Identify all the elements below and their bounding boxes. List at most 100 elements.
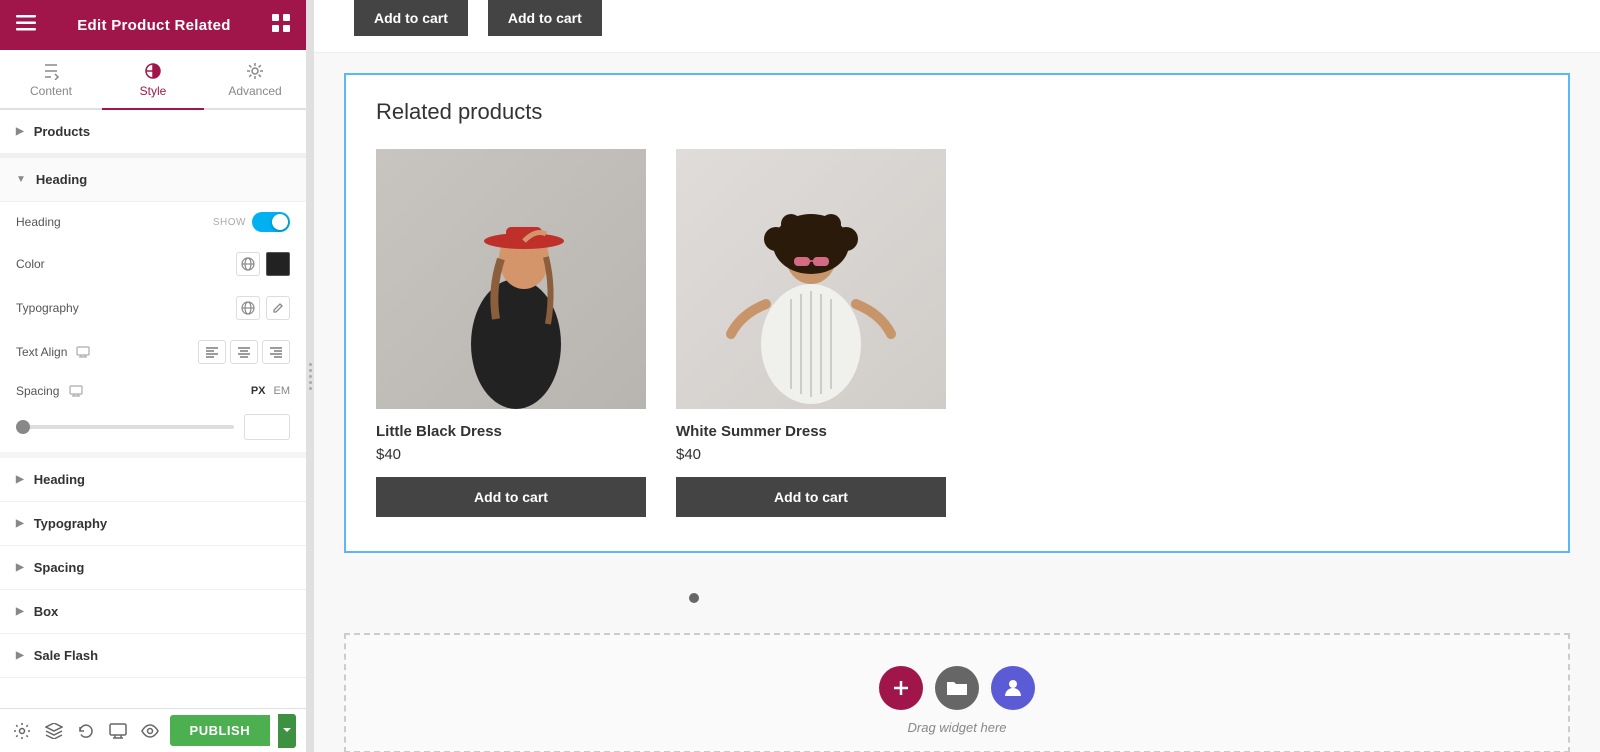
box-arrow: ▶: [16, 606, 24, 617]
layers-icon-btn[interactable]: [42, 715, 66, 747]
color-label: Color: [16, 257, 45, 271]
color-globe-btn[interactable]: [236, 252, 260, 276]
heading2-arrow: ▶: [16, 474, 24, 485]
box-label: Box: [34, 604, 59, 619]
main-content: Add to cart Add to cart Related products: [314, 0, 1600, 752]
spacing-arrow: ▶: [16, 562, 24, 573]
product-name-2: White Summer Dress: [676, 423, 946, 440]
heading-toggle-container: SHOW: [213, 212, 290, 232]
settings-icon-btn[interactable]: [10, 715, 34, 747]
device-icon-btn[interactable]: [106, 715, 130, 747]
panel-header: Edit Product Related: [0, 0, 306, 50]
typography-globe-btn[interactable]: [236, 296, 260, 320]
product-price-2: $40: [676, 446, 946, 463]
sale-flash-arrow: ▶: [16, 650, 24, 661]
eye-icon-btn[interactable]: [138, 715, 162, 747]
spacing-slider[interactable]: [16, 425, 234, 429]
cursor-dot: [689, 593, 699, 603]
add-to-cart-btn-2[interactable]: Add to cart: [676, 477, 946, 517]
heading-toggle-row: Heading SHOW: [0, 202, 306, 242]
sale-flash-label: Sale Flash: [34, 648, 98, 663]
section-box[interactable]: ▶ Box: [0, 590, 306, 634]
person-widget-btn[interactable]: [991, 666, 1035, 710]
tab-advanced-label: Advanced: [228, 84, 281, 98]
product-price-1: $40: [376, 446, 646, 463]
product-card-1: Little Black Dress $40 Add to cart: [376, 149, 646, 517]
section-sale-flash[interactable]: ▶ Sale Flash: [0, 634, 306, 678]
px-em-controls: PX EM: [251, 385, 290, 397]
tab-content[interactable]: Content: [0, 50, 102, 110]
heading2-label: Heading: [34, 472, 85, 487]
top-products-strip: Add to cart Add to cart: [314, 0, 1600, 53]
products-arrow: ▶: [16, 126, 24, 137]
publish-dropdown-btn[interactable]: [278, 714, 296, 748]
add-to-cart-btn-1[interactable]: Add to cart: [376, 477, 646, 517]
products-grid: Little Black Dress $40 Add to cart: [376, 149, 1538, 517]
typography-controls: [236, 296, 290, 320]
color-swatch[interactable]: [266, 252, 290, 276]
cursor-area: [314, 573, 1600, 633]
resize-handle[interactable]: [306, 0, 314, 752]
section-heading2[interactable]: ▶ Heading: [0, 458, 306, 502]
em-option[interactable]: EM: [274, 385, 291, 397]
panel-title: Edit Product Related: [77, 17, 231, 34]
hamburger-icon[interactable]: [16, 15, 36, 36]
products-label: Products: [34, 124, 90, 139]
spacing-row: Spacing PX EM: [0, 374, 306, 408]
product-image-2: [676, 149, 946, 409]
show-label: SHOW: [213, 217, 246, 228]
related-products-section: Related products: [344, 73, 1570, 553]
slider-value-input[interactable]: [244, 414, 290, 440]
tab-content-label: Content: [30, 84, 72, 98]
tab-style-label: Style: [140, 84, 167, 98]
heading-arrow: ▼: [16, 174, 26, 185]
typography-edit-btn[interactable]: [266, 296, 290, 320]
product-card-2: White Summer Dress $40 Add to cart: [676, 149, 946, 517]
typography-row: Typography: [0, 286, 306, 330]
folder-widget-btn[interactable]: [935, 666, 979, 710]
slider-row: [0, 408, 306, 452]
heading-toggle[interactable]: [252, 212, 290, 232]
heading-label: Heading: [36, 172, 87, 187]
top-add-to-cart-btn-1[interactable]: Add to cart: [354, 0, 468, 36]
heading-setting-label: Heading: [16, 215, 61, 229]
align-center-btn[interactable]: [230, 340, 258, 364]
text-align-label: Text Align: [16, 345, 67, 359]
align-right-btn[interactable]: [262, 340, 290, 364]
text-align-row: Text Align: [0, 330, 306, 374]
typography-arrow: ▶: [16, 518, 24, 529]
section-products[interactable]: ▶ Products: [0, 110, 306, 154]
section-heading-expanded[interactable]: ▼ Heading: [0, 158, 306, 202]
section-typography[interactable]: ▶ Typography: [0, 502, 306, 546]
section-spacing[interactable]: ▶ Spacing: [0, 546, 306, 590]
px-option[interactable]: PX: [251, 385, 266, 397]
slider-thumb[interactable]: [16, 420, 30, 434]
grid-icon[interactable]: [272, 14, 290, 37]
drag-widget-label: Drag widget here: [908, 720, 1007, 735]
add-widget-btn[interactable]: [879, 666, 923, 710]
left-panel: Edit Product Related Content: [0, 0, 306, 752]
history-icon-btn[interactable]: [74, 715, 98, 747]
spacing-label: Spacing: [16, 384, 59, 398]
product-image-1: [376, 149, 646, 409]
monitor-icon: [76, 346, 90, 358]
spacing-monitor-icon: [69, 385, 83, 397]
typography-section-label: Typography: [34, 516, 107, 531]
tab-advanced[interactable]: Advanced: [204, 50, 306, 110]
bottom-bar: PUBLISH: [0, 708, 306, 752]
panel-tabs: Content Style Advanced: [0, 50, 306, 110]
top-add-to-cart-btn-2[interactable]: Add to cart: [488, 0, 602, 36]
align-controls: [198, 340, 290, 364]
panel-content: ▶ Products ▼ Heading Heading SHOW Color: [0, 110, 306, 752]
typography-label: Typography: [16, 301, 79, 315]
drag-widget-area: Drag widget here: [344, 633, 1570, 752]
color-controls: [236, 252, 290, 276]
align-left-btn[interactable]: [198, 340, 226, 364]
resize-dots: [309, 363, 312, 390]
publish-button[interactable]: PUBLISH: [170, 715, 271, 746]
drag-widget-buttons: [879, 666, 1035, 710]
product-name-1: Little Black Dress: [376, 423, 646, 440]
color-row: Color: [0, 242, 306, 286]
tab-style[interactable]: Style: [102, 50, 204, 110]
spacing-section-label: Spacing: [34, 560, 85, 575]
